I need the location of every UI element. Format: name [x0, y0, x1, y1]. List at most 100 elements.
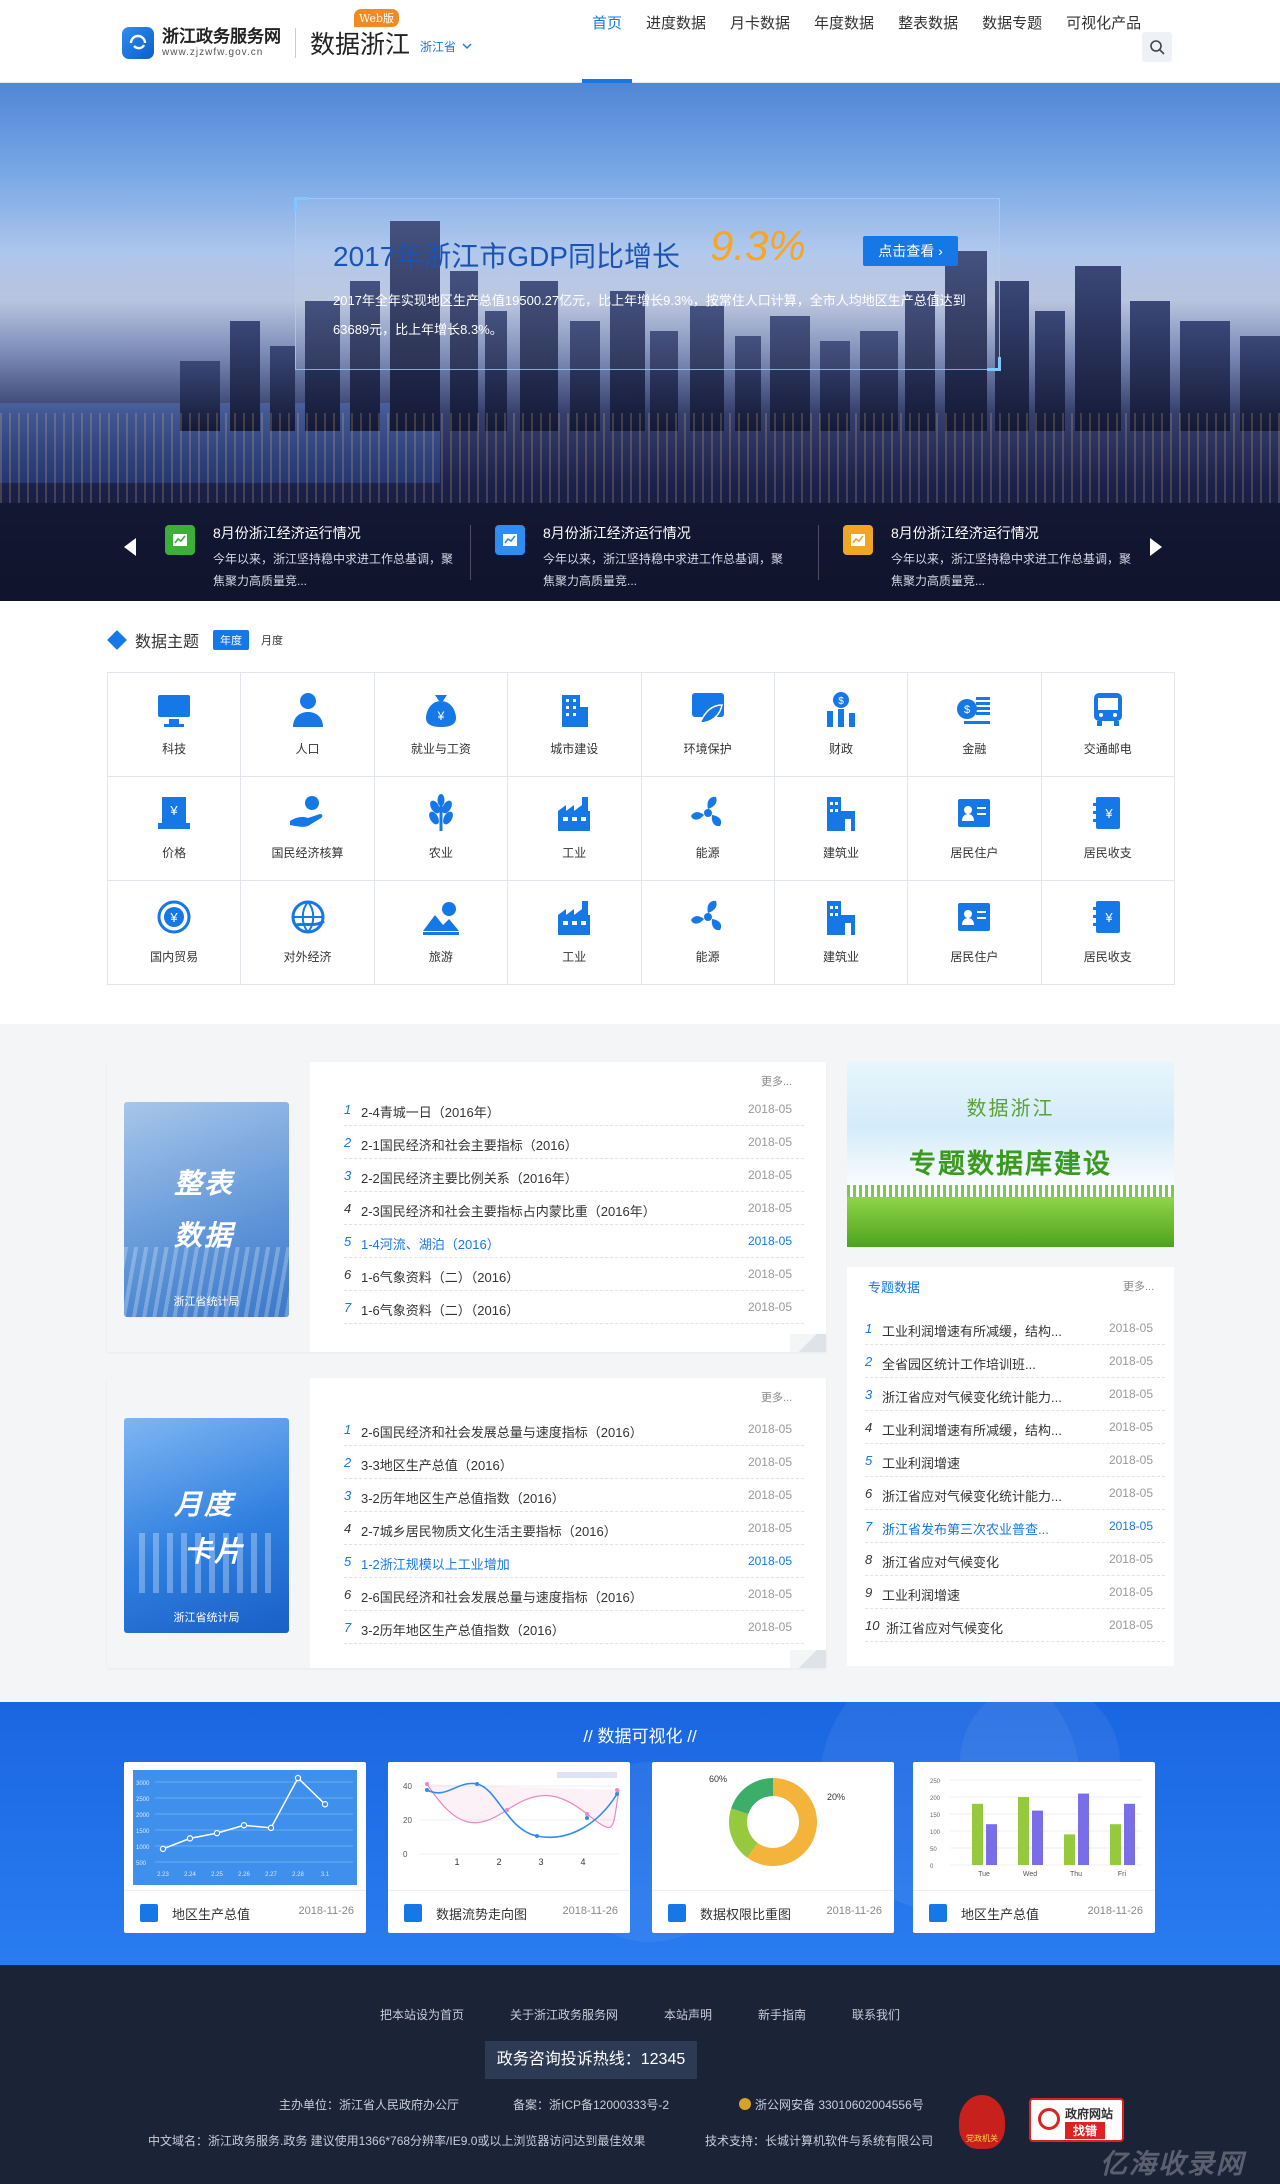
- topic-6[interactable]: $ 财政: [774, 673, 909, 777]
- view-details-button[interactable]: 点击查看 ›: [863, 236, 958, 266]
- tab-monthly[interactable]: 月度: [261, 632, 283, 648]
- viz-card[interactable]: 60% 20% 数据权限比重图 2018-11-26: [652, 1762, 894, 1933]
- topic-20[interactable]: 工业: [508, 881, 642, 985]
- topic-label: 能源: [695, 950, 720, 964]
- donut-slice: [731, 1778, 773, 1814]
- topic-24[interactable]: ¥ 居民收支: [1041, 881, 1175, 985]
- footer-link-statement[interactable]: 本站声明: [664, 2008, 712, 2022]
- more-link[interactable]: 更多...: [761, 1389, 792, 1405]
- topic-label: 国民经济核算: [271, 846, 344, 860]
- topic-18[interactable]: 对外经济: [241, 881, 375, 985]
- topic-17[interactable]: ¥ 国内贸易: [108, 881, 242, 985]
- monthly-card-cover[interactable]: 月度 卡片 浙江省统计局: [124, 1418, 289, 1633]
- site-logo[interactable]: 浙江政务服务网 www.zjzwfw.gov.cn 数据浙江 Web版 浙江省: [122, 9, 472, 61]
- hotline: 政务咨询投诉热线：12345: [485, 2041, 697, 2079]
- footer-link-about[interactable]: 关于浙江政务服务网: [510, 2008, 618, 2022]
- list-item[interactable]: 3 2-2国民经济主要比例关系（2016年） 2018-05: [344, 1159, 804, 1192]
- list-item[interactable]: 8 浙江省应对气候变化 2018-05: [865, 1543, 1165, 1576]
- svg-text:$: $: [964, 704, 970, 716]
- topic-11[interactable]: 农业: [374, 777, 509, 881]
- list-item[interactable]: 6 浙江省应对气候变化统计能力... 2018-05: [865, 1477, 1165, 1510]
- topic-1[interactable]: 科技: [108, 673, 242, 777]
- list-item[interactable]: 5 工业利润增速 2018-05: [865, 1444, 1165, 1477]
- viz-card[interactable]: 4020012345 数据流势走向图2018-11-26: [388, 1762, 630, 1933]
- list-item[interactable]: 3 3-2历年地区生产总值指数（2016） 2018-05: [344, 1479, 804, 1512]
- tab-annual[interactable]: 年度: [213, 630, 250, 650]
- list-item[interactable]: 4 2-7城乡居民物质文化生活主要指标（2016） 2018-05: [344, 1512, 804, 1545]
- search-button[interactable]: [1142, 32, 1172, 62]
- topic-2[interactable]: 人口: [241, 673, 375, 777]
- topic-4[interactable]: 城市建设: [508, 673, 642, 777]
- list-item[interactable]: 7 3-2历年地区生产总值指数（2016） 2018-05: [344, 1611, 804, 1644]
- list-item[interactable]: 6 2-6国民经济和社会发展总量与速度指标（2016） 2018-05: [344, 1578, 804, 1611]
- topic-5[interactable]: 环境保护: [641, 673, 775, 777]
- list-item[interactable]: 10 浙江省应对气候变化 2018-05: [865, 1609, 1165, 1642]
- nav-table-data[interactable]: 整表数据: [886, 0, 970, 83]
- list-item[interactable]: 2 3-3地区生产总值（2016） 2018-05: [344, 1446, 804, 1479]
- list-item[interactable]: 2 全省园区统计工作培训班... 2018-05: [865, 1345, 1165, 1378]
- nav-home[interactable]: 首页: [580, 0, 634, 83]
- topic-23[interactable]: 居民住户: [908, 881, 1042, 985]
- bar-purple: [986, 1824, 997, 1865]
- nav-topic-data[interactable]: 数据专题: [970, 0, 1054, 83]
- logo-mark-icon: [122, 27, 154, 59]
- x-tick-label: 2: [496, 1857, 501, 1867]
- list-item[interactable]: 2 2-1国民经济和社会主要指标（2016） 2018-05: [344, 1126, 804, 1159]
- list-item[interactable]: 3 浙江省应对气候变化统计能力... 2018-05: [865, 1378, 1165, 1411]
- list-item[interactable]: 4 工业利润增速有所减缓，结构... 2018-05: [865, 1411, 1165, 1444]
- list-item[interactable]: 1 工业利润增速有所减缓，结构... 2018-05: [865, 1312, 1165, 1345]
- list-item[interactable]: 1 2-4青城一日（2016年） 2018-05: [344, 1093, 804, 1126]
- topic-15[interactable]: 居民住户: [908, 777, 1042, 881]
- viz-card[interactable]: 3000 2500 2000 1500 1000 500 2.23 2.24 2.25 2.26 2…: [124, 1762, 366, 1933]
- table-data-cover[interactable]: 整表 数据 浙江省统计局: [124, 1102, 289, 1317]
- news-title: 8月份浙江经济运行情况: [213, 525, 361, 541]
- fan-icon: [690, 796, 721, 827]
- list-item[interactable]: 5 1-2浙江规模以上工业增加 2018-05: [344, 1545, 804, 1578]
- next-arrow-icon[interactable]: [1150, 538, 1162, 556]
- list-item[interactable]: 4 2-3国民经济和社会主要指标占内蒙比重（2016年） 2018-05: [344, 1192, 804, 1225]
- police-record[interactable]: 浙公网安备 33010602004556号: [739, 2096, 924, 2113]
- nav-monthly-data[interactable]: 月卡数据: [718, 0, 802, 83]
- topic-21[interactable]: 能源: [641, 881, 775, 985]
- nav-annual-data[interactable]: 年度数据: [802, 0, 886, 83]
- viz-card-date: 2018-11-26: [1087, 1905, 1143, 1917]
- topic-database-banner[interactable]: 数据浙江 专题数据库建设: [847, 1062, 1174, 1247]
- prev-arrow-icon[interactable]: [124, 538, 136, 556]
- tower-icon: [827, 901, 856, 935]
- footer-link-set-home[interactable]: 把本站设为首页: [380, 2008, 464, 2022]
- icp-record[interactable]: 备案：浙ICP备12000333号-2: [513, 2096, 669, 2113]
- tower-icon: [827, 797, 856, 831]
- topic-9[interactable]: ¥ 价格: [108, 777, 242, 881]
- party-gov-seal-icon[interactable]: 党政机关: [959, 2095, 1005, 2149]
- region-selector[interactable]: 浙江省: [420, 38, 472, 55]
- list-item[interactable]: 5 1-4河流、湖泊（2016） 2018-05: [344, 1225, 804, 1258]
- item-title: 3-2历年地区生产总值指数（2016）: [361, 1491, 565, 1506]
- item-title: 工业利润增速有所减缓，结构...: [882, 1423, 1062, 1438]
- list-item[interactable]: 7 浙江省发布第三次农业普查... 2018-05: [865, 1510, 1165, 1543]
- topic-7[interactable]: $ 金融: [908, 673, 1042, 777]
- more-link[interactable]: 更多...: [1123, 1278, 1154, 1294]
- topic-8[interactable]: 交通邮电: [1041, 673, 1175, 777]
- list-item[interactable]: 7 1-6气象资料（二）（2016） 2018-05: [344, 1291, 804, 1324]
- list-item[interactable]: 6 1-6气象资料（二）（2016） 2018-05: [344, 1258, 804, 1291]
- visualization-section: // 数据可视化 // 3000 2500 2000 1500 1000 500 2.23 2…: [0, 1702, 1280, 1965]
- gov-website-error-report-badge[interactable]: 政府网站 找错: [1029, 2098, 1124, 2142]
- topic-3[interactable]: ¥ 就业与工资: [374, 673, 509, 777]
- topic-10[interactable]: 国民经济核算: [241, 777, 375, 881]
- nav-visual-products[interactable]: 可视化产品: [1054, 0, 1153, 83]
- list-item[interactable]: 9 工业利润增速 2018-05: [865, 1576, 1165, 1609]
- viz-card[interactable]: 250 200 150 100 50 0 Tue Wed Thu Fri 地区生产总值 2018-1…: [913, 1762, 1155, 1933]
- item-date: 2018-05: [747, 1300, 792, 1314]
- topic-19[interactable]: 旅游: [374, 881, 509, 985]
- nav-progress-data[interactable]: 进度数据: [634, 0, 718, 83]
- more-link[interactable]: 更多...: [761, 1073, 792, 1089]
- topic-16[interactable]: ¥ 居民收支: [1041, 777, 1175, 881]
- list-item[interactable]: 1 2-6国民经济和社会发展总量与速度指标（2016） 2018-05: [344, 1413, 804, 1446]
- x-tick-label: 4: [580, 1857, 585, 1867]
- topic-14[interactable]: 建筑业: [774, 777, 909, 881]
- topic-22[interactable]: 建筑业: [774, 881, 909, 985]
- topic-13[interactable]: 能源: [641, 777, 775, 881]
- topic-12[interactable]: 工业: [508, 777, 642, 881]
- footer-link-guide[interactable]: 新手指南: [758, 2008, 806, 2022]
- footer-link-contact[interactable]: 联系我们: [852, 2008, 900, 2022]
